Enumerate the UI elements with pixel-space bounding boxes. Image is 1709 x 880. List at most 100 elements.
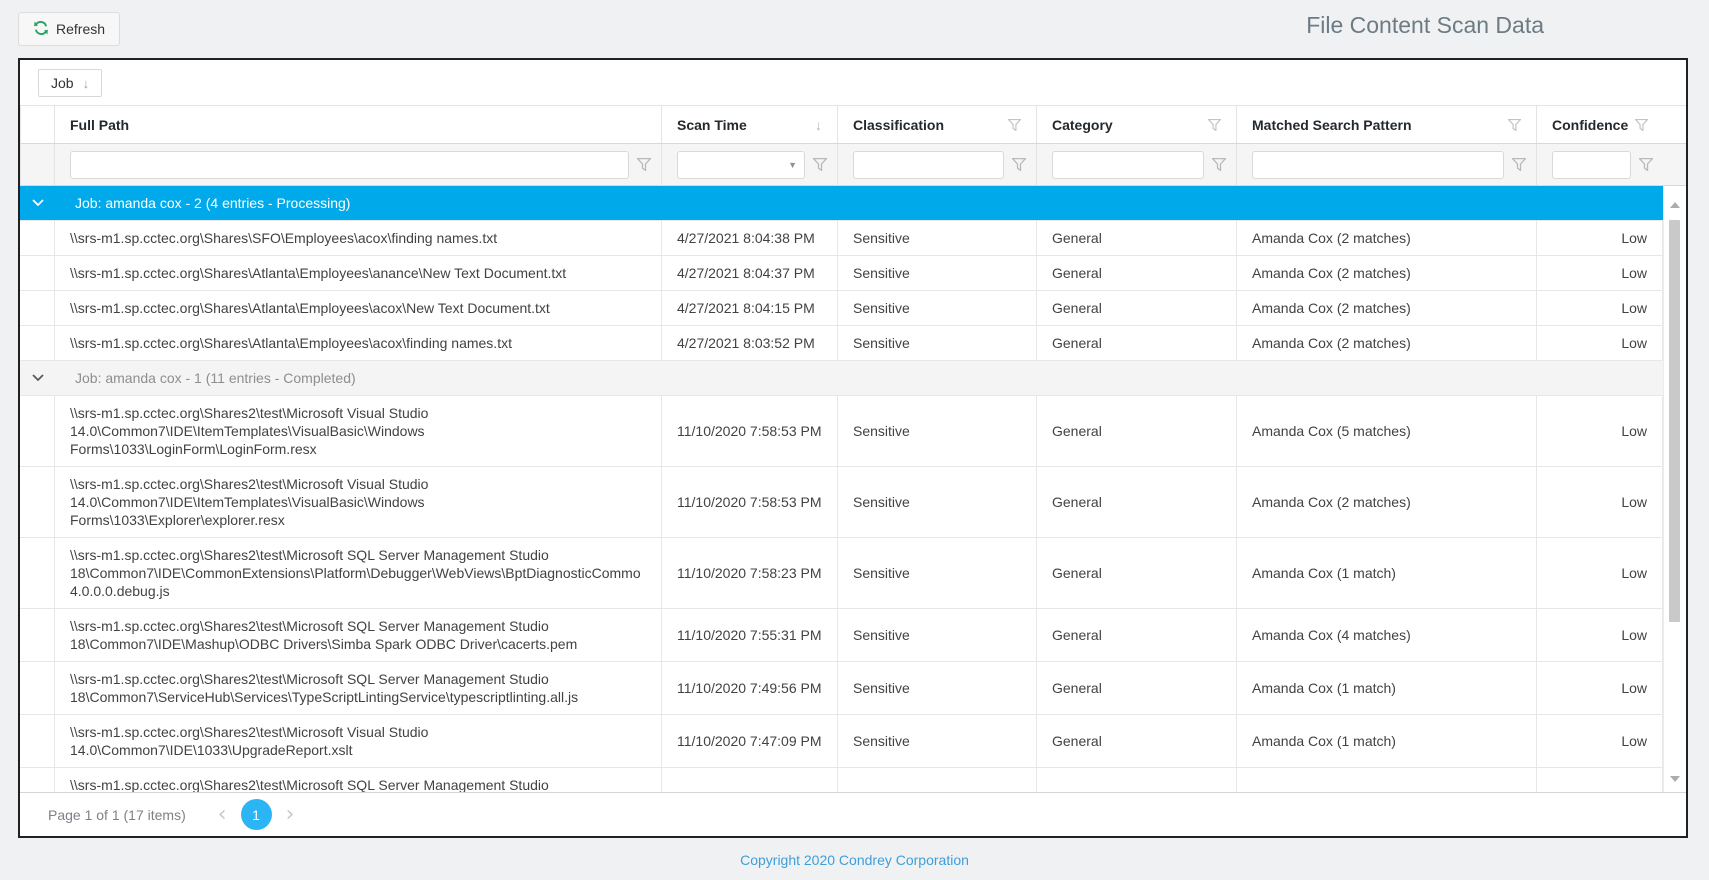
filter-funnel-icon[interactable] bbox=[1212, 158, 1226, 171]
cell-full-path: \\srs-m1.sp.cctec.org\Shares2\test\Micro… bbox=[55, 396, 662, 466]
column-header-full-path[interactable]: Full Path bbox=[55, 106, 662, 143]
column-header-matched-pattern[interactable]: Matched Search Pattern bbox=[1237, 106, 1537, 143]
table-row[interactable]: \\srs-m1.sp.cctec.org\Shares2\test\Micro… bbox=[20, 662, 1663, 715]
filter-input-category[interactable] bbox=[1052, 150, 1204, 179]
scrollbar-thumb[interactable] bbox=[1669, 220, 1680, 622]
filter-combo-scan-time[interactable]: ▼ bbox=[677, 150, 805, 179]
page-1-button[interactable]: 1 bbox=[240, 799, 272, 830]
cell-classification: Sensitive bbox=[838, 467, 1037, 537]
cell-category: General bbox=[1037, 662, 1237, 714]
filter-funnel-icon[interactable] bbox=[1012, 158, 1026, 171]
table-row[interactable]: \\srs-m1.sp.cctec.org\Shares\Atlanta\Emp… bbox=[20, 291, 1663, 326]
column-header-category[interactable]: Category bbox=[1037, 106, 1237, 143]
cell-full-path: \\srs-m1.sp.cctec.org\Shares2\test\Micro… bbox=[55, 467, 662, 537]
cell-matched-pattern: Amanda Cox (2 matches) bbox=[1237, 467, 1537, 537]
cell-matched-pattern: Amanda Cox (1 match) bbox=[1237, 662, 1537, 714]
column-header-scan-time[interactable]: Scan Time ↓ bbox=[662, 106, 838, 143]
filter-row: ▼ bbox=[20, 144, 1686, 186]
data-grid: Job ↓ Full Path Scan Time ↓ Classificati… bbox=[18, 58, 1688, 838]
cell-full-path: \\srs-m1.sp.cctec.org\Shares2\test\Micro… bbox=[55, 662, 662, 714]
cell-category: General bbox=[1037, 609, 1237, 661]
cell-matched-pattern: Amanda Cox (2 matches) bbox=[1237, 256, 1537, 290]
table-row[interactable]: \\srs-m1.sp.cctec.org\Shares\Atlanta\Emp… bbox=[20, 256, 1663, 291]
chevron-down-icon[interactable] bbox=[20, 199, 55, 207]
cell-scan-time: 11/10/2020 7:55:31 PM bbox=[662, 609, 838, 661]
cell-confidence: Low bbox=[1537, 256, 1663, 290]
cell-confidence: Low bbox=[1537, 715, 1663, 767]
filter-input-full-path[interactable] bbox=[70, 150, 629, 179]
group-label: Job: amanda cox - 1 (11 entries - Comple… bbox=[75, 370, 356, 386]
cell-matched-pattern: Amanda Cox (2 matches) bbox=[1237, 326, 1537, 360]
copyright-link[interactable]: Copyright 2020 Condrey Corporation bbox=[740, 852, 969, 868]
group-by-panel: Job ↓ bbox=[20, 60, 1686, 106]
header-filter-funnel-icon[interactable] bbox=[1635, 118, 1648, 131]
cell-classification: Sensitive bbox=[838, 221, 1037, 255]
table-row[interactable]: \\srs-m1.sp.cctec.org\Shares2\test\Micro… bbox=[20, 396, 1663, 467]
filter-input-scan-time[interactable] bbox=[677, 150, 805, 179]
scrollbar-up-arrow-icon[interactable] bbox=[1670, 202, 1680, 208]
cell-full-path: \\srs-m1.sp.cctec.org\Shares2\test\Micro… bbox=[55, 538, 662, 608]
cell-category: General bbox=[1037, 396, 1237, 466]
refresh-button[interactable]: Refresh bbox=[18, 12, 121, 46]
refresh-icon bbox=[33, 20, 49, 39]
header-filter-funnel-icon[interactable] bbox=[1208, 118, 1221, 131]
group-chip-label: Job bbox=[51, 75, 74, 91]
cell-matched-pattern: Amanda Cox (5 matches) bbox=[1237, 396, 1537, 466]
filter-funnel-icon[interactable] bbox=[637, 158, 651, 171]
table-row[interactable]: \\srs-m1.sp.cctec.org\Shares2\test\Micro… bbox=[20, 538, 1663, 609]
sort-desc-icon: ↓ bbox=[815, 116, 822, 133]
cell-category: General bbox=[1037, 221, 1237, 255]
cell-scan-time: 11/10/2020 7:49:56 PM bbox=[662, 662, 838, 714]
row-expand-cell bbox=[20, 538, 55, 608]
group-chip-job[interactable]: Job ↓ bbox=[38, 69, 103, 97]
row-expand-cell bbox=[20, 768, 55, 792]
cell-classification: Sensitive bbox=[838, 715, 1037, 767]
filter-input-matched-pattern[interactable] bbox=[1252, 150, 1504, 179]
cell-category: General bbox=[1037, 291, 1237, 325]
table-row[interactable]: \\srs-m1.sp.cctec.org\Shares\SFO\Employe… bbox=[20, 221, 1663, 256]
group-header-row[interactable]: Job: amanda cox - 2 (4 entries - Process… bbox=[20, 186, 1663, 221]
table-row[interactable]: \\srs-m1.sp.cctec.org\Shares\Atlanta\Emp… bbox=[20, 326, 1663, 361]
cell-full-path: \\srs-m1.sp.cctec.org\Shares2\test\Micro… bbox=[55, 768, 662, 792]
filter-input-confidence[interactable] bbox=[1552, 150, 1631, 179]
table-row[interactable]: \\srs-m1.sp.cctec.org\Shares2\test\Micro… bbox=[20, 467, 1663, 538]
cell-confidence: Low bbox=[1537, 326, 1663, 360]
prev-page-button[interactable]: ‹ bbox=[218, 803, 227, 826]
row-expand-cell bbox=[20, 291, 55, 325]
header-filter-funnel-icon[interactable] bbox=[1508, 118, 1521, 131]
cell-full-path: \\srs-m1.sp.cctec.org\Shares2\test\Micro… bbox=[55, 609, 662, 661]
header-filter-funnel-icon[interactable] bbox=[1008, 118, 1021, 131]
filter-input-classification[interactable] bbox=[853, 150, 1004, 179]
cell-confidence: Low bbox=[1537, 662, 1663, 714]
header-gutter bbox=[1663, 106, 1686, 143]
cell-confidence bbox=[1537, 768, 1663, 792]
grid-rows: Job: amanda cox - 2 (4 entries - Process… bbox=[20, 186, 1663, 792]
table-row[interactable]: \\srs-m1.sp.cctec.org\Shares2\test\Micro… bbox=[20, 609, 1663, 662]
scrollbar-down-arrow-icon[interactable] bbox=[1670, 776, 1680, 782]
vertical-scrollbar[interactable] bbox=[1663, 186, 1686, 792]
filter-funnel-icon[interactable] bbox=[1512, 158, 1526, 171]
table-row[interactable]: \\srs-m1.sp.cctec.org\Shares2\test\Micro… bbox=[20, 715, 1663, 768]
row-expand-cell bbox=[20, 609, 55, 661]
dropdown-caret-icon[interactable]: ▼ bbox=[788, 160, 797, 170]
cell-confidence: Low bbox=[1537, 291, 1663, 325]
cell-matched-pattern: Amanda Cox (2 matches) bbox=[1237, 291, 1537, 325]
filter-funnel-icon[interactable] bbox=[1639, 158, 1653, 171]
pager-summary: Page 1 of 1 (17 items) bbox=[48, 806, 186, 823]
cell-classification: Sensitive bbox=[838, 396, 1037, 466]
cell-matched-pattern: Amanda Cox (4 matches) bbox=[1237, 609, 1537, 661]
cell-classification: Sensitive bbox=[838, 609, 1037, 661]
column-header-classification[interactable]: Classification bbox=[838, 106, 1037, 143]
cell-scan-time: 4/27/2021 8:03:52 PM bbox=[662, 326, 838, 360]
row-expand-cell bbox=[20, 256, 55, 290]
filter-funnel-icon[interactable] bbox=[813, 158, 827, 171]
row-expand-cell bbox=[20, 396, 55, 466]
column-header-confidence[interactable]: Confidence bbox=[1537, 106, 1663, 143]
cell-scan-time: 11/10/2020 7:58:53 PM bbox=[662, 467, 838, 537]
table-row[interactable]: \\srs-m1.sp.cctec.org\Shares2\test\Micro… bbox=[20, 768, 1663, 792]
refresh-label: Refresh bbox=[56, 21, 106, 37]
cell-category: General bbox=[1037, 538, 1237, 608]
next-page-button[interactable]: › bbox=[286, 803, 295, 826]
group-header-row[interactable]: Job: amanda cox - 1 (11 entries - Comple… bbox=[20, 361, 1663, 396]
chevron-down-icon[interactable] bbox=[20, 374, 55, 382]
